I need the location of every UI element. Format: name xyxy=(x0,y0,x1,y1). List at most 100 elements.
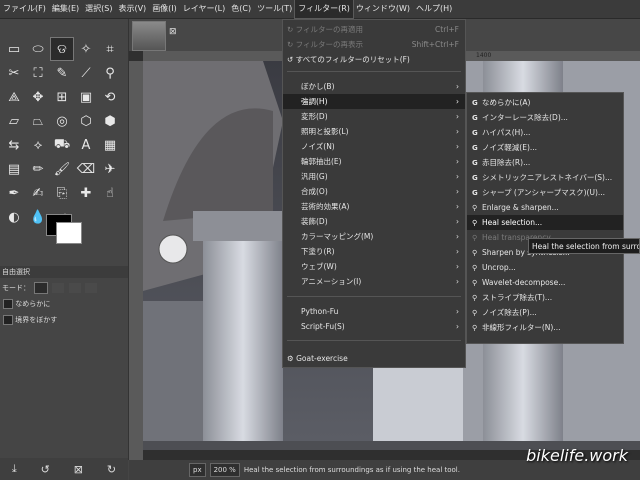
reset-icon[interactable]: ↻ xyxy=(107,463,116,476)
feather-checkbox[interactable] xyxy=(3,315,13,325)
submenu-item-uncrop[interactable]: ⚲ Uncrop... xyxy=(467,260,623,275)
shear-icon[interactable]: ▱ xyxy=(2,109,26,133)
3d-transform-icon[interactable]: ⬢ xyxy=(98,109,122,133)
menu-item-goat-exercise[interactable]: ⚙ Goat-exercise xyxy=(283,351,465,366)
menu-windows[interactable]: ウィンドウ(W) xyxy=(353,0,413,18)
submenu-item-destripe[interactable]: ⚲ ストライプ除去(T)... xyxy=(467,290,623,305)
free-select-icon[interactable]: ଡ xyxy=(50,37,74,61)
foreground-select-icon[interactable]: ⛶ xyxy=(26,61,50,85)
dodge-burn-icon[interactable]: ◐ xyxy=(2,205,26,229)
mode-intersect-icon[interactable] xyxy=(84,283,97,293)
submenu-item-high-pass[interactable]: G ハイパス(H)... xyxy=(467,125,623,140)
menu-item-script-fu[interactable]: Script-Fu(S) › xyxy=(283,319,465,334)
menu-layer[interactable]: レイヤー(L) xyxy=(180,0,228,18)
ellipse-select-icon[interactable]: ⬭ xyxy=(26,37,50,61)
measure-icon[interactable]: ⟁ xyxy=(2,85,26,109)
color-swatches[interactable] xyxy=(44,212,86,246)
close-image-icon[interactable]: ⊠ xyxy=(169,27,177,37)
menu-item-light-shadow[interactable]: 照明と投影(L) › xyxy=(283,124,465,139)
menu-select[interactable]: 選択(S) xyxy=(82,0,115,18)
menu-tools[interactable]: ツール(T) xyxy=(254,0,295,18)
background-color[interactable] xyxy=(56,222,82,244)
scissors-icon[interactable]: ✂ xyxy=(2,61,26,85)
zoom-icon[interactable]: ⚲ xyxy=(98,61,122,85)
paths-icon[interactable]: ✎ xyxy=(50,61,74,85)
submenu-item-wavelet[interactable]: ⚲ Wavelet-decompose... xyxy=(467,275,623,290)
menu-item-edge-detect[interactable]: 輪郭抽出(E) › xyxy=(283,154,465,169)
delete-preset-icon[interactable]: ⊠ xyxy=(74,463,83,476)
dock-tabs[interactable] xyxy=(0,252,128,264)
airbrush-icon[interactable]: ✈ xyxy=(98,157,122,181)
menu-item-web[interactable]: ウェブ(W) › xyxy=(283,259,465,274)
menu-color[interactable]: 色(C) xyxy=(228,0,254,18)
menu-item-decor[interactable]: 装飾(D) › xyxy=(283,214,465,229)
flip-icon[interactable]: ⇆ xyxy=(2,133,26,157)
submenu-item-enlarge-sharpen[interactable]: ⚲ Enlarge & sharpen... xyxy=(467,200,623,215)
menu-item-reset-all[interactable]: ↺ すべてのフィルターのリセット(F) xyxy=(283,52,465,67)
menu-image[interactable]: 画像(I) xyxy=(149,0,180,18)
menu-item-noise[interactable]: ノイズ(N) › xyxy=(283,139,465,154)
bucket-fill-icon[interactable]: ⛟ xyxy=(50,133,74,157)
mypaint-brush-icon[interactable]: ✍ xyxy=(26,181,50,205)
submenu-item-antialias[interactable]: G なめらかに(A) xyxy=(467,95,623,110)
menu-item-python-fu[interactable]: Python-Fu › xyxy=(283,304,465,319)
menu-file[interactable]: ファイル(F) xyxy=(0,0,49,18)
submenu-item-unsharp-mask[interactable]: G シャープ (アンシャープマスク)(U)... xyxy=(467,185,623,200)
perspective-icon[interactable]: ⏢ xyxy=(26,109,50,133)
menu-item-reshow[interactable]: ↻ フィルターの再表示 Shift+Ctrl+F xyxy=(283,37,465,52)
menu-item-distorts[interactable]: 変形(D) › xyxy=(283,109,465,124)
heal-icon[interactable]: ✚ xyxy=(74,181,98,205)
menu-item-blur[interactable]: ぼかし(B) › xyxy=(283,79,465,94)
menu-item-animation[interactable]: アニメーション(I) › xyxy=(283,274,465,289)
menu-edit[interactable]: 編集(E) xyxy=(49,0,82,18)
unit-select[interactable]: px xyxy=(189,463,206,477)
blend-icon[interactable]: ▦ xyxy=(98,133,122,157)
menu-item-reapply[interactable]: ↻ フィルターの再適用 Ctrl+F xyxy=(283,22,465,37)
rect-select-icon[interactable]: ▭ xyxy=(2,37,26,61)
menu-view[interactable]: 表示(V) xyxy=(115,0,149,18)
submenu-item-nl-filter[interactable]: ⚲ 非線形フィルター(N)... xyxy=(467,320,623,335)
smudge-icon[interactable]: ☝ xyxy=(98,181,122,205)
submenu-item-red-eye[interactable]: G 赤目除去(R)... xyxy=(467,155,623,170)
pencil-icon[interactable]: ✏ xyxy=(26,157,50,181)
zoom-select[interactable]: 200 % xyxy=(209,463,240,477)
clone-icon[interactable]: ⎘ xyxy=(50,181,74,205)
color-picker-icon[interactable]: ⟋ xyxy=(74,61,98,85)
toolbox-bottom-bar: ⤓ ↺ ⊠ ↻ xyxy=(0,458,128,480)
submenu-item-deinterlace[interactable]: G インターレース除去(D)... xyxy=(467,110,623,125)
rotate-icon[interactable]: ⟲ xyxy=(98,85,122,109)
align-icon[interactable]: ⊞ xyxy=(50,85,74,109)
restore-preset-icon[interactable]: ↺ xyxy=(41,463,50,476)
mode-replace-icon[interactable] xyxy=(34,282,49,294)
submenu-item-symmetric-nn[interactable]: G シメトリックニアレストネイバー(S)... xyxy=(467,170,623,185)
menu-help[interactable]: ヘルプ(H) xyxy=(413,0,455,18)
submenu-item-despeckle[interactable]: ⚲ ノイズ除去(P)... xyxy=(467,305,623,320)
save-preset-icon[interactable]: ⤓ xyxy=(12,462,17,476)
paintbrush-icon[interactable]: 🖌 xyxy=(50,157,74,181)
unified-transform-icon[interactable]: ▣ xyxy=(74,85,98,109)
warp-icon[interactable]: ◎ xyxy=(50,109,74,133)
mode-add-icon[interactable] xyxy=(52,283,65,293)
gradient-icon[interactable]: ▤ xyxy=(2,157,26,181)
vertical-ruler[interactable] xyxy=(129,61,143,460)
text-icon[interactable]: A xyxy=(74,133,98,157)
antialias-checkbox[interactable] xyxy=(3,299,13,309)
ink-icon[interactable]: ✒ xyxy=(2,181,26,205)
submenu-item-heal-selection[interactable]: ⚲ Heal selection... xyxy=(467,215,623,230)
menu-item-artistic[interactable]: 芸術的効果(A) › xyxy=(283,199,465,214)
menu-filters[interactable]: フィルター(R) xyxy=(294,0,354,19)
submenu-item-noise-reduction[interactable]: G ノイズ軽減(E)... xyxy=(467,140,623,155)
menu-item-combine[interactable]: 合成(O) › xyxy=(283,184,465,199)
menu-item-render[interactable]: 下塗り(R) › xyxy=(283,244,465,259)
image-thumbnail[interactable] xyxy=(132,21,166,51)
menu-item-map[interactable]: カラーマッピング(M) › xyxy=(283,229,465,244)
crop-icon[interactable]: ⌗ xyxy=(98,37,122,61)
handle-transform-icon[interactable]: ⟡ xyxy=(26,133,50,157)
mode-subtract-icon[interactable] xyxy=(68,283,81,293)
fuzzy-select-icon[interactable]: ✧ xyxy=(74,37,98,61)
menu-item-generic[interactable]: 汎用(G) › xyxy=(283,169,465,184)
cage-icon[interactable]: ⬡ xyxy=(74,109,98,133)
move-icon[interactable]: ✥ xyxy=(26,85,50,109)
eraser-icon[interactable]: ⌫ xyxy=(74,157,98,181)
menu-item-enhance[interactable]: 強調(H) › xyxy=(283,94,465,109)
